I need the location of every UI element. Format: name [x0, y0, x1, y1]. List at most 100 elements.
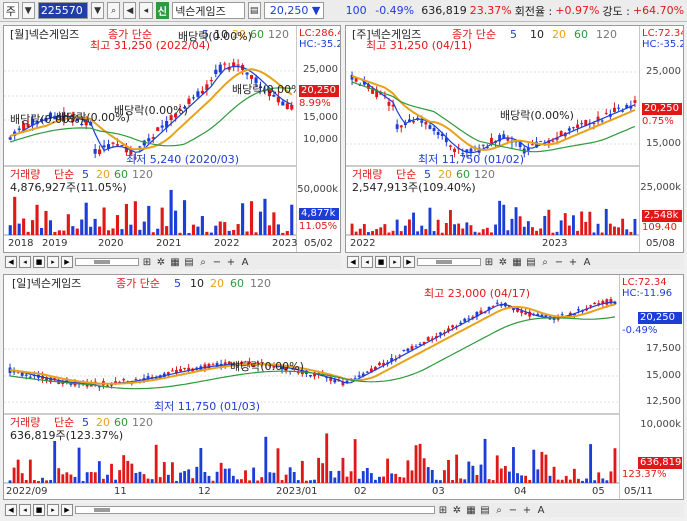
candle-body — [138, 146, 142, 148]
last-icon[interactable]: ▶ — [61, 256, 73, 268]
sound-icon[interactable]: ◀ — [123, 2, 137, 19]
minus-icon[interactable]: − — [553, 256, 565, 268]
weekly-chart-panel[interactable]: [주]넥슨게임즈 종가 단순 5 10 20 60 120 최고 31,250 … — [345, 25, 684, 253]
stop-icon[interactable]: ■ — [33, 256, 45, 268]
grid-icon[interactable]: ⊞ — [483, 256, 495, 268]
plus-icon[interactable]: + — [225, 256, 237, 268]
volume-bar — [483, 438, 487, 483]
daily-scrollbar[interactable] — [75, 506, 435, 514]
market-dropdown-icon[interactable]: ▼ — [21, 2, 35, 19]
candle-body — [577, 309, 580, 311]
volume-bar — [272, 472, 276, 483]
volume-bar — [572, 215, 575, 235]
zoom-icon[interactable]: ⌕ — [493, 504, 505, 516]
text-icon[interactable]: A — [239, 256, 251, 268]
prev-icon[interactable]: ◂ — [19, 256, 31, 268]
chart-icon[interactable]: ▦ — [169, 256, 181, 268]
volume-bar — [613, 448, 617, 483]
volume-bar — [12, 467, 16, 483]
volume-bar — [503, 465, 507, 483]
chart-icon[interactable]: ▦ — [511, 256, 523, 268]
prev-icon[interactable]: ◂ — [19, 504, 31, 516]
candle-body — [604, 112, 608, 114]
text-icon[interactable]: A — [535, 504, 547, 516]
gear-icon[interactable]: ✲ — [155, 256, 167, 268]
market-select[interactable]: 주 — [3, 2, 19, 19]
grid-icon[interactable]: ⊞ — [141, 256, 153, 268]
plus-icon[interactable]: + — [567, 256, 579, 268]
zoom-icon[interactable]: ⌕ — [197, 256, 209, 268]
weekly-chart-canvas[interactable] — [346, 26, 684, 253]
daily-chart-panel[interactable]: [일]넥슨게임즈 종가 단순 5 10 20 60 120 최고 23,000 … — [3, 274, 684, 500]
minus-icon[interactable]: − — [211, 256, 223, 268]
volume-bar — [365, 467, 369, 483]
first-icon[interactable]: ◀ — [347, 256, 359, 268]
table-icon[interactable]: ▤ — [525, 256, 537, 268]
zoom-icon[interactable]: ⌕ — [539, 256, 551, 268]
weekly-high-note: 최고 31,250 (04/11) — [366, 39, 473, 52]
stop-icon[interactable]: ■ — [375, 256, 387, 268]
table-icon[interactable]: ▤ — [479, 504, 491, 516]
volume-bar — [412, 212, 415, 235]
first-icon[interactable]: ◀ — [5, 256, 17, 268]
monthly-pct: 8.99% — [299, 98, 331, 109]
monthly-x-last: 05/02 — [304, 238, 333, 249]
prev-icon[interactable]: ◂ — [361, 256, 373, 268]
monthly-chart-panel[interactable]: [월]넥슨게임즈 종가 단순 5 10 20 60 120 최고 31,250 … — [3, 25, 341, 253]
volume-bar — [601, 478, 605, 483]
candle-body — [365, 371, 369, 373]
volume-bar — [321, 463, 325, 483]
stop-icon[interactable]: ■ — [33, 504, 45, 516]
volume-bar — [166, 474, 170, 483]
volume-bar — [231, 475, 235, 483]
minus-icon[interactable]: − — [507, 504, 519, 516]
daily-x-2022-09: 2022/09 — [6, 486, 48, 497]
volume-bar — [391, 230, 395, 235]
next-icon[interactable]: ▸ — [47, 256, 59, 268]
info-icon[interactable]: ▤ — [247, 2, 261, 19]
volume-bar — [491, 480, 495, 483]
text-icon[interactable]: A — [581, 256, 593, 268]
volume-bar — [367, 232, 370, 235]
gear-icon[interactable]: ✲ — [497, 256, 509, 268]
volume-bar — [584, 221, 588, 235]
code-dropdown-icon[interactable]: ▼ — [91, 2, 105, 19]
prev-stock-icon[interactable]: ◂ — [139, 2, 153, 19]
volume-bar — [485, 227, 489, 235]
chart-icon[interactable]: ▦ — [465, 504, 477, 516]
candle-body — [333, 379, 337, 383]
candle-body — [160, 125, 164, 128]
last-icon[interactable]: ▶ — [403, 256, 415, 268]
candle-body — [406, 348, 410, 352]
candle-body — [106, 385, 109, 387]
volume-bar — [191, 478, 195, 483]
volume-bar — [426, 467, 430, 483]
volume-bar — [156, 228, 160, 235]
stock-code-input[interactable]: 225570 — [37, 2, 88, 19]
table-icon[interactable]: ▤ — [183, 256, 195, 268]
weekly-navbar: ◀ ◂ ■ ▸ ▶ ⊞ ✲ ▦ ▤ ⌕ − + A — [345, 255, 684, 269]
daily-div-note: 배당락(0.00%) — [230, 360, 304, 373]
volume-bar — [260, 477, 264, 483]
next-icon[interactable]: ▸ — [47, 504, 59, 516]
grid-icon[interactable]: ⊞ — [437, 504, 449, 516]
weekly-ma120: 120 — [596, 28, 617, 41]
candle-body — [134, 378, 138, 380]
search-icon[interactable]: ⌕ — [107, 2, 121, 19]
candle-body — [378, 362, 381, 366]
plus-icon[interactable]: + — [521, 504, 533, 516]
monthly-scrollbar[interactable] — [75, 258, 139, 266]
last-icon[interactable]: ▶ — [61, 504, 73, 516]
monthly-vol-value: 4,876,927주(11.05%) — [10, 181, 127, 194]
candle-body — [93, 148, 97, 154]
volume-bar — [600, 232, 604, 235]
first-icon[interactable]: ◀ — [5, 504, 17, 516]
gear-icon[interactable]: ✲ — [451, 504, 463, 516]
monthly-x-2020: 2020 — [98, 238, 124, 249]
next-icon[interactable]: ▸ — [389, 256, 401, 268]
weekly-tick-15000: 15,000 — [646, 138, 681, 149]
monthly-chart-canvas[interactable] — [4, 26, 341, 253]
daily-x-2023-01: 2023/01 — [276, 486, 318, 497]
weekly-scrollbar[interactable] — [417, 258, 481, 266]
daily-chart-canvas[interactable] — [4, 275, 684, 500]
